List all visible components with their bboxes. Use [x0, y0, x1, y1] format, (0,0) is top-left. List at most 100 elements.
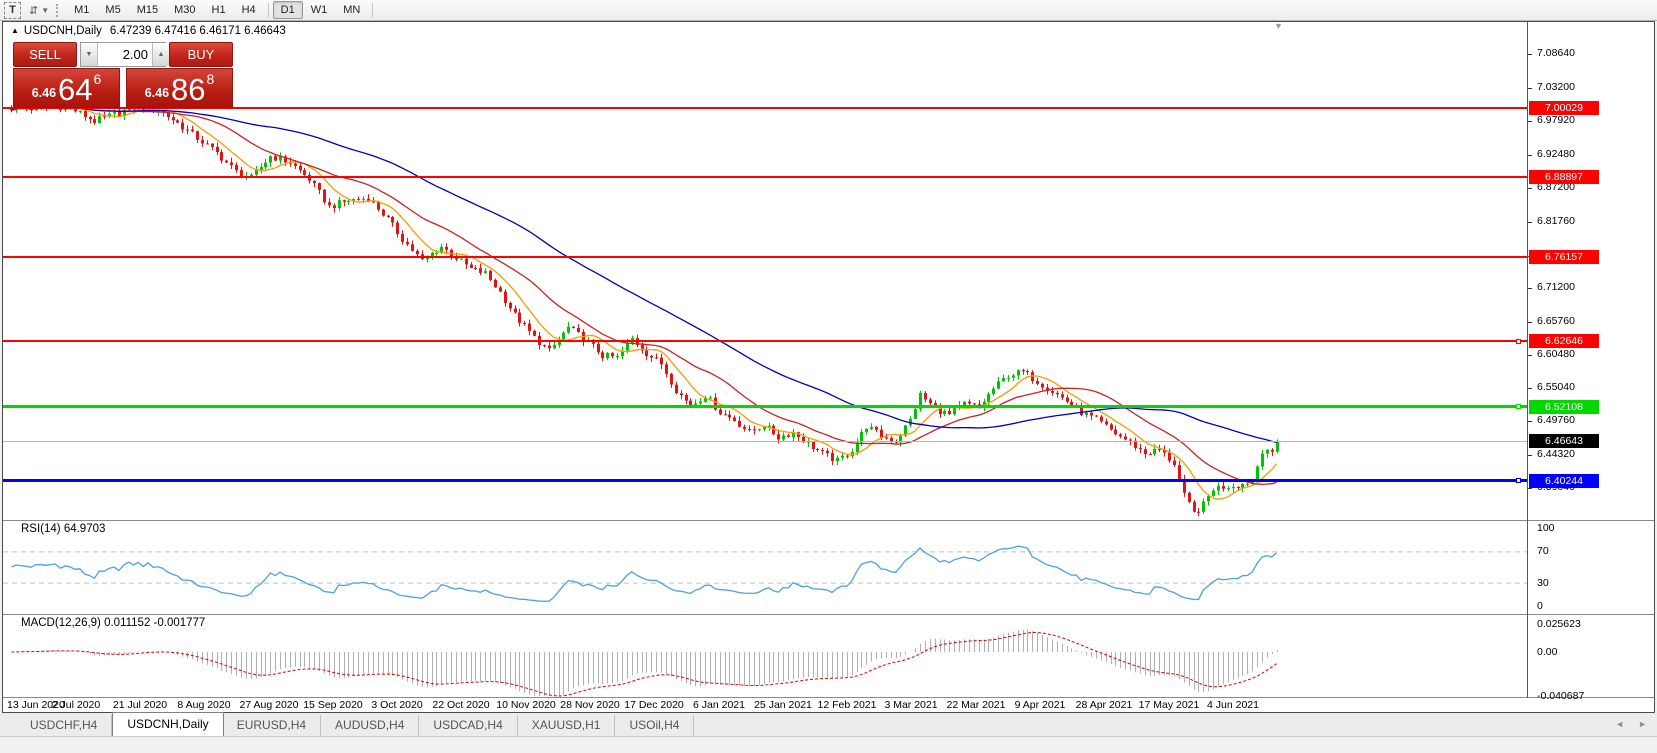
hline-6.76157[interactable]	[3, 256, 1527, 258]
timeframe-button-D1[interactable]: D1	[273, 1, 303, 19]
date-axis-label: 22 Mar 2021	[947, 699, 1006, 711]
tab-nav: ◄ ►	[1615, 719, 1647, 729]
timeframe-button-M5[interactable]: M5	[97, 1, 128, 19]
text-tool-icon[interactable]: T	[4, 2, 21, 19]
chart-tab[interactable]: USOil,H4	[615, 715, 694, 736]
tab-scroll-right-icon[interactable]: ►	[1638, 719, 1647, 729]
chart-ohlc-values: 6.47239 6.47416 6.46171 6.46643	[110, 25, 286, 37]
one-click-trade-widget: SELL ▼ ▲ BUY 6.46 64 6 6.46 86 8	[13, 42, 235, 108]
buy-price-big: 86	[171, 75, 205, 105]
top-toolbar: T ⇵ ▼ M1M5M15M30H1H4 D1W1MN	[0, 0, 1657, 21]
rsi-pane-label: RSI(14) 64.9703	[21, 523, 105, 535]
date-axis-label: 21 Jul 2020	[113, 699, 167, 711]
hline-price-label: 6.52108	[1529, 400, 1599, 414]
volume-increase-button[interactable]: ▲	[152, 43, 169, 66]
rsi-axis-tick: 70	[1537, 545, 1549, 557]
timeframe-button-H1[interactable]: H1	[204, 1, 234, 19]
date-axis-label: 17 May 2021	[1139, 699, 1200, 711]
date-axis-label: 12 Feb 2021	[818, 699, 877, 711]
date-axis-label: 4 Jun 2021	[1207, 699, 1259, 711]
sell-button[interactable]: SELL	[13, 42, 77, 67]
toolbar-separator	[372, 3, 373, 18]
current-price-label: 6.46643	[1529, 434, 1599, 448]
arrange-icon[interactable]: ⇵	[27, 4, 40, 17]
rsi-axis-tick: 30	[1537, 577, 1549, 589]
current-price-line	[3, 441, 1527, 442]
hline-6.62646[interactable]	[3, 340, 1527, 342]
timeframe-button-H4[interactable]: H4	[234, 1, 264, 19]
hline-6.40244[interactable]	[3, 479, 1527, 482]
chart-plot-canvas[interactable]	[3, 22, 1527, 698]
price-axis-tick: 6.44320	[1537, 448, 1575, 460]
buy-button[interactable]: BUY	[169, 42, 233, 67]
price-axis-tick: 7.03200	[1537, 81, 1575, 93]
buy-price-display[interactable]: 6.46 86 8	[126, 68, 233, 108]
mt4-terminal: { "icons": { "expand": "▲", "shift_marke…	[0, 0, 1657, 753]
chart-tab[interactable]: USDCHF,H4	[16, 715, 112, 736]
volume-input[interactable]	[98, 43, 152, 66]
sell-price-sup: 6	[94, 71, 102, 87]
hline-6.52108[interactable]	[3, 405, 1527, 408]
chart-tab[interactable]: AUDUSD,H4	[321, 715, 419, 736]
price-axis-tick: 6.81760	[1537, 215, 1575, 227]
hline-6.88897[interactable]	[3, 176, 1527, 178]
pane-separator[interactable]	[3, 614, 1654, 615]
date-axis-label: 3 Oct 2020	[371, 699, 422, 711]
date-axis-label: 8 Aug 2020	[177, 699, 230, 711]
rsi-axis-tick: 100	[1537, 522, 1555, 534]
volume-decrease-button[interactable]: ▼	[81, 43, 98, 66]
date-axis-label: 15 Sep 2020	[303, 699, 363, 711]
status-bar	[0, 736, 1657, 753]
date-axis-label: 17 Dec 2020	[624, 699, 684, 711]
chart-shift-marker-icon: ▼	[1274, 21, 1283, 31]
price-axis-tick: 6.49760	[1537, 414, 1575, 426]
chart-tab[interactable]: USDCNH,Daily	[112, 712, 223, 736]
chart-symbol-period: USDCNH,Daily	[24, 25, 102, 37]
hline-price-label: 6.40244	[1529, 474, 1599, 488]
sell-price-prefix: 6.46	[32, 86, 56, 100]
chart-window: ▲ USDCNH,Daily 6.47239 6.47416 6.46171 6.4…	[2, 21, 1655, 713]
timeframe-button-M15[interactable]: M15	[129, 1, 166, 19]
price-axis-tick: 6.92480	[1537, 148, 1575, 160]
hline-handle[interactable]	[1516, 404, 1521, 409]
macd-axis-tick: -0.040687	[1537, 690, 1584, 702]
date-axis-label: 27 Aug 2020	[240, 699, 299, 711]
chevron-down-icon[interactable]: ▼	[41, 6, 49, 15]
rsi-axis-tick: 0	[1537, 600, 1543, 612]
date-axis-label: 6 Jan 2021	[693, 699, 745, 711]
date-axis-label: 9 Apr 2021	[1015, 699, 1066, 711]
pane-separator[interactable]	[3, 520, 1654, 521]
sell-price-display[interactable]: 6.46 64 6	[13, 68, 120, 108]
date-axis-label: 3 Mar 2021	[884, 699, 937, 711]
hline-price-label: 6.76157	[1529, 250, 1599, 264]
macd-axis-tick: 0.025623	[1537, 618, 1581, 630]
hline-handle[interactable]	[1516, 339, 1521, 344]
date-axis-label: 25 Jan 2021	[754, 699, 812, 711]
price-axis-tick: 7.08640	[1537, 47, 1575, 59]
chart-tab-bar: USDCHF,H4USDCNH,DailyEURUSD,H4AUDUSD,H4U…	[0, 713, 1657, 736]
timeframe-button-M1[interactable]: M1	[66, 1, 97, 19]
chart-tab[interactable]: USDCAD,H4	[419, 715, 517, 736]
hline-price-label: 7.00029	[1529, 101, 1599, 115]
pane-separator[interactable]	[3, 697, 1654, 698]
chart-tab[interactable]: XAUUSD,H1	[518, 715, 616, 736]
price-axis-tick: 6.71200	[1537, 281, 1575, 293]
tab-scroll-left-icon[interactable]: ◄	[1615, 719, 1624, 729]
buy-price-sup: 8	[207, 71, 215, 87]
date-axis-label: 22 Oct 2020	[432, 699, 489, 711]
date-axis-label: 2 Jul 2020	[52, 699, 100, 711]
buy-price-prefix: 6.46	[145, 86, 169, 100]
timeframe-button-W1[interactable]: W1	[303, 1, 336, 19]
timeframe-button-M30[interactable]: M30	[166, 1, 203, 19]
chart-window-content: ▲ USDCNH,Daily 6.47239 6.47416 6.46171 6.4…	[3, 22, 1654, 712]
date-axis-label: 28 Nov 2020	[560, 699, 620, 711]
chart-tab[interactable]: EURUSD,H4	[223, 715, 321, 736]
expand-triangle-icon[interactable]: ▲	[11, 26, 19, 35]
hline-price-label: 6.62646	[1529, 334, 1599, 348]
toolbar-separator	[268, 3, 269, 18]
price-axis-tick: 6.55040	[1537, 381, 1575, 393]
price-axis-tick: 6.60480	[1537, 348, 1575, 360]
timeframe-button-MN[interactable]: MN	[335, 1, 368, 19]
timeframe-group: M1M5M15M30H1H4 D1W1MN	[66, 1, 377, 19]
hline-handle[interactable]	[1516, 478, 1521, 483]
